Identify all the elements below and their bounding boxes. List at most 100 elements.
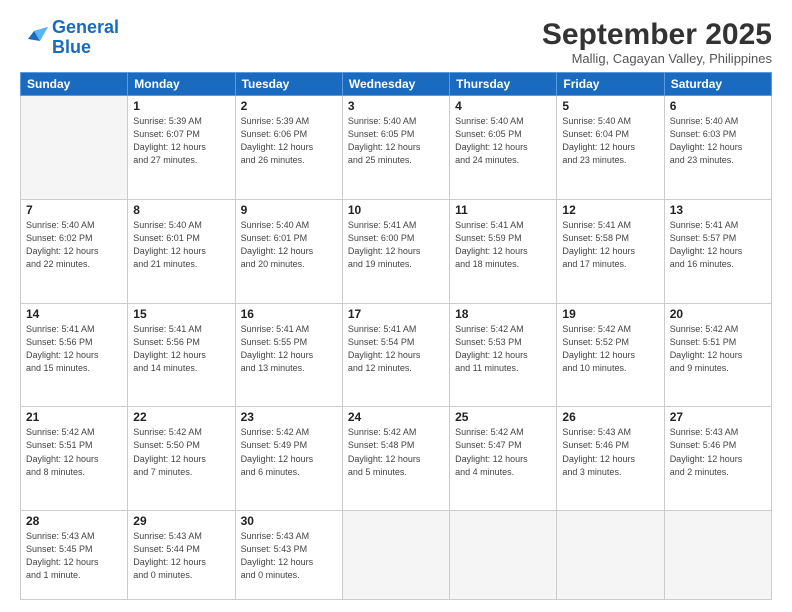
column-header-saturday: Saturday bbox=[664, 73, 771, 96]
calendar-cell: 16Sunrise: 5:41 AM Sunset: 5:55 PM Dayli… bbox=[235, 303, 342, 407]
calendar-cell: 13 Sunrise: 5:41 AM Sunset: 5:57 PM Dayli… bbox=[664, 199, 771, 303]
logo-text: General Blue bbox=[52, 18, 119, 58]
day-info: Sunrise: 5:42 AM Sunset: 5:49 PM Dayligh… bbox=[241, 426, 337, 478]
day-number: 12 bbox=[562, 203, 658, 217]
day-info: Sunrise: 5:39 AM Sunset: 6:06 PM Dayligh… bbox=[241, 115, 337, 167]
day-info: Sunrise: 5:40 AM Sunset: 6:01 PM Dayligh… bbox=[241, 219, 337, 271]
calendar-cell: 23Sunrise: 5:42 AM Sunset: 5:49 PM Dayli… bbox=[235, 407, 342, 511]
calendar-cell: 1 Sunrise: 5:39 AM Sunset: 6:07 PM Daylig… bbox=[128, 96, 235, 200]
location-subtitle: Mallig, Cagayan Valley, Philippines bbox=[542, 51, 772, 66]
calendar-cell: 7 Sunrise: 5:40 AM Sunset: 6:02 PM Daylig… bbox=[21, 199, 128, 303]
calendar-cell: 27 Sunrise: 5:43 AM Sunset: 5:46 PM Dayli… bbox=[664, 407, 771, 511]
day-info: Sunrise: 5:43 AM Sunset: 5:43 PM Dayligh… bbox=[241, 530, 337, 582]
column-header-tuesday: Tuesday bbox=[235, 73, 342, 96]
day-number: 11 bbox=[455, 203, 551, 217]
calendar-cell: 30 Sunrise: 5:43 AM Sunset: 5:43 PM Dayli… bbox=[235, 511, 342, 600]
day-info: Sunrise: 5:43 AM Sunset: 5:44 PM Dayligh… bbox=[133, 530, 229, 582]
column-header-monday: Monday bbox=[128, 73, 235, 96]
day-number: 28 bbox=[26, 514, 122, 528]
calendar-cell: 15 Sunrise: 5:41 AM Sunset: 5:56 PM Dayli… bbox=[128, 303, 235, 407]
day-number: 25 bbox=[455, 410, 551, 424]
day-number: 10 bbox=[348, 203, 444, 217]
day-number: 20 bbox=[670, 307, 766, 321]
day-info: Sunrise: 5:40 AM Sunset: 6:03 PM Dayligh… bbox=[670, 115, 766, 167]
calendar-cell: 25 Sunrise: 5:42 AM Sunset: 5:47 PM Dayli… bbox=[450, 407, 557, 511]
day-info: Sunrise: 5:40 AM Sunset: 6:05 PM Dayligh… bbox=[455, 115, 551, 167]
day-info: Sunrise: 5:41 AM Sunset: 5:56 PM Dayligh… bbox=[133, 323, 229, 375]
day-info: Sunrise: 5:42 AM Sunset: 5:47 PM Dayligh… bbox=[455, 426, 551, 478]
calendar-cell bbox=[450, 511, 557, 600]
day-info: Sunrise: 5:41 AM Sunset: 6:00 PM Dayligh… bbox=[348, 219, 444, 271]
day-info: Sunrise: 5:41 AM Sunset: 5:56 PM Dayligh… bbox=[26, 323, 122, 375]
day-number: 3 bbox=[348, 99, 444, 113]
day-number: 1 bbox=[133, 99, 229, 113]
day-info: Sunrise: 5:39 AM Sunset: 6:07 PM Dayligh… bbox=[133, 115, 229, 167]
calendar-cell: 11 Sunrise: 5:41 AM Sunset: 5:59 PM Dayli… bbox=[450, 199, 557, 303]
day-number: 14 bbox=[26, 307, 122, 321]
column-header-thursday: Thursday bbox=[450, 73, 557, 96]
calendar-cell: 22 Sunrise: 5:42 AM Sunset: 5:50 PM Dayli… bbox=[128, 407, 235, 511]
calendar-cell: 28 Sunrise: 5:43 AM Sunset: 5:45 PM Dayli… bbox=[21, 511, 128, 600]
logo: General Blue bbox=[20, 18, 119, 58]
calendar-cell: 26 Sunrise: 5:43 AM Sunset: 5:46 PM Dayli… bbox=[557, 407, 664, 511]
calendar-cell: 24 Sunrise: 5:42 AM Sunset: 5:48 PM Dayli… bbox=[342, 407, 449, 511]
day-number: 18 bbox=[455, 307, 551, 321]
calendar-cell: 19 Sunrise: 5:42 AM Sunset: 5:52 PM Dayli… bbox=[557, 303, 664, 407]
day-info: Sunrise: 5:40 AM Sunset: 6:04 PM Dayligh… bbox=[562, 115, 658, 167]
day-number: 16 bbox=[241, 307, 337, 321]
day-number: 7 bbox=[26, 203, 122, 217]
day-number: 6 bbox=[670, 99, 766, 113]
day-info: Sunrise: 5:42 AM Sunset: 5:51 PM Dayligh… bbox=[670, 323, 766, 375]
day-number: 19 bbox=[562, 307, 658, 321]
calendar-cell: 3Sunrise: 5:40 AM Sunset: 6:05 PM Daylig… bbox=[342, 96, 449, 200]
day-info: Sunrise: 5:41 AM Sunset: 5:57 PM Dayligh… bbox=[670, 219, 766, 271]
day-info: Sunrise: 5:42 AM Sunset: 5:50 PM Dayligh… bbox=[133, 426, 229, 478]
calendar-cell: 29Sunrise: 5:43 AM Sunset: 5:44 PM Dayli… bbox=[128, 511, 235, 600]
day-info: Sunrise: 5:40 AM Sunset: 6:02 PM Dayligh… bbox=[26, 219, 122, 271]
calendar-cell bbox=[557, 511, 664, 600]
calendar-cell: 20 Sunrise: 5:42 AM Sunset: 5:51 PM Dayli… bbox=[664, 303, 771, 407]
day-number: 27 bbox=[670, 410, 766, 424]
day-number: 13 bbox=[670, 203, 766, 217]
calendar-cell: 5 Sunrise: 5:40 AM Sunset: 6:04 PM Daylig… bbox=[557, 96, 664, 200]
day-info: Sunrise: 5:42 AM Sunset: 5:53 PM Dayligh… bbox=[455, 323, 551, 375]
day-info: Sunrise: 5:40 AM Sunset: 6:01 PM Dayligh… bbox=[133, 219, 229, 271]
calendar-cell bbox=[21, 96, 128, 200]
calendar-cell: 14 Sunrise: 5:41 AM Sunset: 5:56 PM Dayli… bbox=[21, 303, 128, 407]
title-block: September 2025 Mallig, Cagayan Valley, P… bbox=[542, 18, 772, 66]
day-number: 2 bbox=[241, 99, 337, 113]
calendar-cell: 18 Sunrise: 5:42 AM Sunset: 5:53 PM Dayli… bbox=[450, 303, 557, 407]
day-number: 22 bbox=[133, 410, 229, 424]
calendar-cell: 12 Sunrise: 5:41 AM Sunset: 5:58 PM Dayli… bbox=[557, 199, 664, 303]
logo-icon bbox=[20, 27, 48, 49]
day-number: 5 bbox=[562, 99, 658, 113]
calendar-table: SundayMondayTuesdayWednesdayThursdayFrid… bbox=[20, 72, 772, 600]
day-info: Sunrise: 5:43 AM Sunset: 5:45 PM Dayligh… bbox=[26, 530, 122, 582]
day-number: 4 bbox=[455, 99, 551, 113]
day-number: 17 bbox=[348, 307, 444, 321]
column-header-wednesday: Wednesday bbox=[342, 73, 449, 96]
day-info: Sunrise: 5:43 AM Sunset: 5:46 PM Dayligh… bbox=[562, 426, 658, 478]
day-number: 8 bbox=[133, 203, 229, 217]
day-info: Sunrise: 5:42 AM Sunset: 5:48 PM Dayligh… bbox=[348, 426, 444, 478]
day-info: Sunrise: 5:41 AM Sunset: 5:58 PM Dayligh… bbox=[562, 219, 658, 271]
month-title: September 2025 bbox=[542, 18, 772, 51]
header: General Blue September 2025 Mallig, Caga… bbox=[20, 18, 772, 66]
day-number: 24 bbox=[348, 410, 444, 424]
calendar-cell: 9Sunrise: 5:40 AM Sunset: 6:01 PM Daylig… bbox=[235, 199, 342, 303]
day-number: 30 bbox=[241, 514, 337, 528]
day-number: 15 bbox=[133, 307, 229, 321]
calendar-cell bbox=[664, 511, 771, 600]
calendar-cell: 2 Sunrise: 5:39 AM Sunset: 6:06 PM Daylig… bbox=[235, 96, 342, 200]
day-number: 21 bbox=[26, 410, 122, 424]
calendar-cell: 8 Sunrise: 5:40 AM Sunset: 6:01 PM Daylig… bbox=[128, 199, 235, 303]
calendar-cell: 17 Sunrise: 5:41 AM Sunset: 5:54 PM Dayli… bbox=[342, 303, 449, 407]
day-number: 26 bbox=[562, 410, 658, 424]
calendar-cell: 10 Sunrise: 5:41 AM Sunset: 6:00 PM Dayli… bbox=[342, 199, 449, 303]
day-info: Sunrise: 5:42 AM Sunset: 5:52 PM Dayligh… bbox=[562, 323, 658, 375]
calendar-cell: 6 Sunrise: 5:40 AM Sunset: 6:03 PM Daylig… bbox=[664, 96, 771, 200]
day-info: Sunrise: 5:41 AM Sunset: 5:59 PM Dayligh… bbox=[455, 219, 551, 271]
day-info: Sunrise: 5:41 AM Sunset: 5:54 PM Dayligh… bbox=[348, 323, 444, 375]
day-info: Sunrise: 5:43 AM Sunset: 5:46 PM Dayligh… bbox=[670, 426, 766, 478]
calendar-cell: 21Sunrise: 5:42 AM Sunset: 5:51 PM Dayli… bbox=[21, 407, 128, 511]
